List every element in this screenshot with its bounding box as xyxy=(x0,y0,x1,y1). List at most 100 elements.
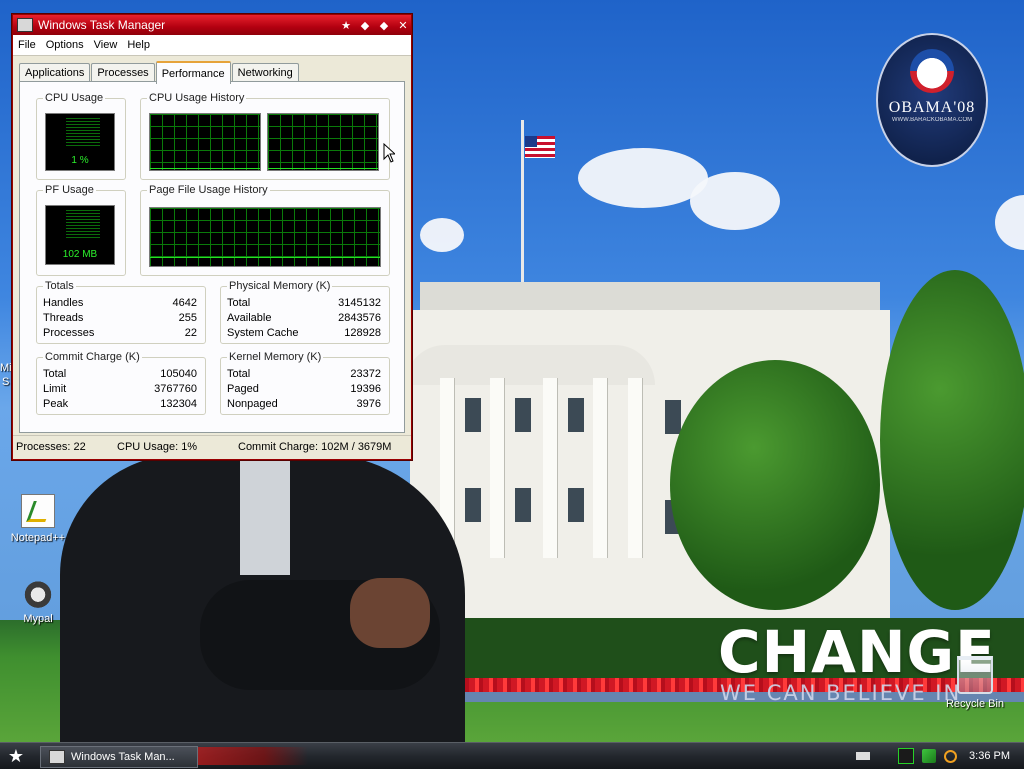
cpu-history-graph-core1 xyxy=(149,113,261,171)
keyboard-icon[interactable] xyxy=(856,752,871,760)
cloud xyxy=(995,195,1024,250)
menu-view[interactable]: View xyxy=(89,39,123,51)
meter-bars xyxy=(66,118,100,148)
close-button[interactable]: ✕ xyxy=(395,18,411,32)
kernel-memory-label: Kernel Memory (K) xyxy=(227,351,324,363)
status-processes: Processes: 22 xyxy=(16,441,86,453)
pf-usage-meter: 102 MB xyxy=(45,205,115,265)
cpu-history-group: CPU Usage History xyxy=(140,92,390,180)
pf-history-graph xyxy=(149,207,381,267)
cloud xyxy=(690,172,780,230)
tab-networking[interactable]: Networking xyxy=(231,63,299,82)
stat-value: 128928 xyxy=(344,327,381,339)
stat-row: Total 105040 xyxy=(43,368,197,380)
tab-applications[interactable]: Applications xyxy=(19,63,91,82)
tree xyxy=(670,360,880,610)
stat-value: 132304 xyxy=(160,398,197,410)
desktop-icon-label: Notepad++ xyxy=(10,532,66,544)
status-bar: Processes: 22 CPU Usage: 1% Commit Charg… xyxy=(13,435,411,458)
meter-bars xyxy=(66,210,100,240)
window xyxy=(665,400,681,434)
desktop-icon-notepadpp[interactable]: Notepad++ xyxy=(3,494,73,544)
stat-value: 2843576 xyxy=(338,312,381,324)
task-manager-window[interactable]: Windows Task Manager ★ ◆ ◆ ✕ File Option… xyxy=(12,14,412,460)
stat-row: Peak 132304 xyxy=(43,398,197,410)
commit-charge-group: Commit Charge (K) Total 105040 Limit 37677… xyxy=(36,351,206,415)
window xyxy=(465,488,481,522)
stat-name: Total xyxy=(43,368,67,380)
recycle-bin-icon xyxy=(957,656,993,694)
stat-name: Available xyxy=(227,312,272,324)
stat-row: System Cache 128928 xyxy=(227,327,381,339)
partial-icon-label: S xyxy=(2,376,10,388)
stat-name: System Cache xyxy=(227,327,299,339)
stat-row: Processes 22 xyxy=(43,327,197,339)
pf-history-group: Page File Usage History xyxy=(140,184,390,276)
menu-help[interactable]: Help xyxy=(122,39,155,51)
window xyxy=(568,398,584,432)
us-flag xyxy=(525,136,555,158)
menu-file[interactable]: File xyxy=(13,39,41,51)
pf-usage-label: PF Usage xyxy=(43,184,96,196)
task-manager-app-icon xyxy=(49,750,65,764)
performance-panel: CPU Usage 1 % CPU Usage History PF Usage… xyxy=(19,81,405,433)
stat-name: Threads xyxy=(43,312,84,324)
tab-performance[interactable]: Performance xyxy=(155,61,231,84)
task-manager-tray-icon[interactable] xyxy=(898,748,915,764)
stat-name: Paged xyxy=(227,383,259,395)
cpu-usage-label: CPU Usage xyxy=(43,92,106,104)
stat-row: Total 3145132 xyxy=(227,297,381,309)
pf-usage-group: PF Usage 102 MB xyxy=(36,184,126,276)
stat-row: Nonpaged 3976 xyxy=(227,398,381,410)
clock[interactable]: 3:36 PM xyxy=(961,750,1024,762)
logo-text: OBAMA'08 xyxy=(888,99,976,116)
desktop-icon-label: Recycle Bin xyxy=(945,698,1005,710)
window xyxy=(568,488,584,522)
stat-value: 23372 xyxy=(350,368,381,380)
title-bar[interactable]: Windows Task Manager ★ ◆ ◆ ✕ xyxy=(13,15,411,35)
pf-usage-value: 102 MB xyxy=(62,249,98,260)
mouse-cursor-icon xyxy=(383,143,395,163)
white-house-roof xyxy=(420,282,880,312)
maximize-button[interactable]: ◆ xyxy=(376,18,392,32)
commit-charge-label: Commit Charge (K) xyxy=(43,351,142,363)
status-commit-charge: Commit Charge: 102M / 3679M xyxy=(238,441,392,453)
menu-options[interactable]: Options xyxy=(41,39,89,51)
column xyxy=(593,378,607,558)
pf-history-label: Page File Usage History xyxy=(147,184,270,196)
tree xyxy=(880,270,1024,610)
notepadpp-icon xyxy=(21,494,55,528)
tab-processes[interactable]: Processes xyxy=(91,63,155,82)
column xyxy=(490,378,504,558)
network-icon[interactable] xyxy=(922,749,937,763)
taskbar-button-task-manager[interactable]: Windows Task Man... xyxy=(40,746,198,768)
window xyxy=(515,398,531,432)
desktop-icon-recycle-bin[interactable]: Recycle Bin xyxy=(940,656,1010,710)
cloud xyxy=(420,218,464,252)
cpu-history-label: CPU Usage History xyxy=(147,92,247,104)
column xyxy=(628,378,642,558)
stat-name: Total xyxy=(227,368,251,380)
search-icon[interactable] xyxy=(944,749,958,763)
partial-icon-label: Mi xyxy=(0,362,12,374)
kernel-memory-group: Kernel Memory (K) Total 23372 Paged 19396 … xyxy=(220,351,390,415)
stat-value: 19396 xyxy=(350,383,381,395)
totals-label: Totals xyxy=(43,280,76,292)
obama-08-logo: OBAMA'08 WWW.BARACKOBAMA.COM xyxy=(876,33,988,167)
stat-row: Limit 3767760 xyxy=(43,383,197,395)
minimize-button[interactable]: ◆ xyxy=(357,18,373,32)
task-manager-app-icon xyxy=(17,18,33,32)
taskbar-button-label: Windows Task Man... xyxy=(71,751,175,763)
cloud xyxy=(578,148,708,208)
taskbar: ★ Windows Task Man... 3:36 PM xyxy=(0,742,1024,769)
start-button[interactable]: ★ xyxy=(4,746,28,766)
stat-row: Available 2843576 xyxy=(227,312,381,324)
physical-memory-group: Physical Memory (K) Total 3145132 Availab… xyxy=(220,280,390,344)
stat-value: 22 xyxy=(184,327,197,339)
pin-icon[interactable]: ★ xyxy=(338,18,354,32)
physical-memory-label: Physical Memory (K) xyxy=(227,280,333,292)
cpu-usage-value: 1 % xyxy=(71,155,89,166)
window-title: Windows Task Manager xyxy=(38,18,166,32)
change-tagline: WE CAN BELIEVE IN xyxy=(720,681,962,705)
desktop-icon-mypal[interactable]: Mypal xyxy=(3,577,73,625)
